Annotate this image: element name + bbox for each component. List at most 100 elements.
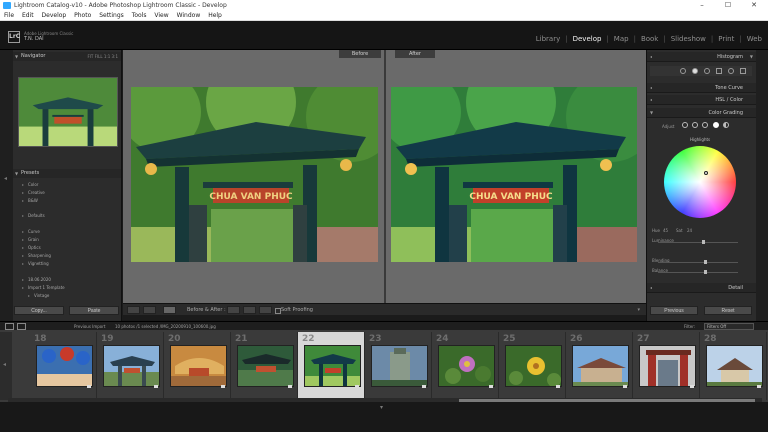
frame-thumbnail[interactable] bbox=[572, 345, 629, 387]
filmstrip-frame[interactable]: 23 bbox=[365, 332, 432, 400]
highlights-icon[interactable] bbox=[712, 122, 719, 128]
copy-before-to-after-button[interactable] bbox=[227, 306, 240, 314]
filmstrip-frame[interactable]: 26 bbox=[566, 332, 633, 400]
module-develop[interactable]: Develop bbox=[573, 35, 602, 43]
bottom-panel-toggle[interactable]: ▾ bbox=[0, 402, 768, 432]
crop-tool-icon[interactable] bbox=[680, 68, 686, 74]
blending-slider[interactable] bbox=[658, 262, 738, 263]
soft-proofing-toggle[interactable]: Soft Proofing bbox=[275, 304, 313, 316]
frame-thumbnail[interactable] bbox=[639, 345, 696, 387]
filmstrip-frame[interactable]: 22 bbox=[298, 332, 365, 400]
menu-develop[interactable]: Develop bbox=[42, 11, 67, 21]
radial-filter-icon[interactable] bbox=[728, 68, 734, 74]
color-wheel-handle[interactable] bbox=[704, 171, 708, 175]
hsl-header[interactable]: ◂ HSL / Color bbox=[647, 95, 757, 105]
preset-group-defaults[interactable]: Defaults bbox=[22, 213, 45, 218]
filmstrip-frame[interactable]: 21 bbox=[231, 332, 298, 400]
module-map[interactable]: Map bbox=[614, 35, 629, 43]
blending-slider-knob[interactable] bbox=[704, 260, 707, 264]
preset-group-color[interactable]: Color bbox=[22, 182, 39, 187]
navigator-header[interactable]: ▼ Navigator FIT FILL 1:1 3:1 bbox=[13, 52, 121, 61]
three-way-icon[interactable] bbox=[681, 122, 688, 128]
second-window-icon[interactable] bbox=[17, 323, 26, 330]
menu-help[interactable]: Help bbox=[208, 11, 222, 21]
red-eye-tool-icon[interactable] bbox=[704, 68, 710, 74]
right-panel-toggle[interactable] bbox=[756, 50, 768, 321]
shadows-icon[interactable] bbox=[692, 122, 699, 128]
preset-group-vignetting[interactable]: Vignetting bbox=[22, 261, 49, 266]
color-wheel[interactable] bbox=[664, 146, 736, 218]
filter-dropdown[interactable]: Filters Off bbox=[704, 323, 754, 330]
midtones-icon[interactable] bbox=[702, 122, 709, 128]
compare-view-button[interactable] bbox=[143, 306, 156, 314]
menu-edit[interactable]: Edit bbox=[22, 11, 34, 21]
module-web[interactable]: Web bbox=[747, 35, 762, 43]
menu-photo[interactable]: Photo bbox=[74, 11, 91, 21]
preset-vintage[interactable]: Vintage bbox=[28, 293, 49, 298]
frame-thumbnail[interactable] bbox=[237, 345, 294, 387]
reset-button[interactable]: Reset bbox=[704, 306, 752, 315]
preset-group-import[interactable]: Import 1 Template bbox=[22, 285, 65, 290]
module-slideshow[interactable]: Slideshow bbox=[671, 35, 706, 43]
frame-thumbnail[interactable] bbox=[304, 345, 361, 387]
filmstrip-frame[interactable]: 24 bbox=[432, 332, 499, 400]
preset-group-creative[interactable]: Creative bbox=[22, 190, 45, 195]
before-after-view-button[interactable] bbox=[163, 306, 176, 314]
histogram-header[interactable]: ◂ Histogram ▼ bbox=[647, 52, 757, 62]
luminance-slider[interactable] bbox=[658, 242, 738, 243]
preset-group-sharpening[interactable]: Sharpening bbox=[22, 253, 51, 258]
healing-tool-icon[interactable] bbox=[692, 68, 698, 74]
balance-slider[interactable] bbox=[658, 272, 738, 273]
frame-thumbnail[interactable] bbox=[36, 345, 93, 387]
color-grading-header[interactable]: ▼ Color Grading bbox=[647, 108, 757, 118]
frame-thumbnail[interactable] bbox=[170, 345, 227, 387]
filmstrip-frame[interactable]: 28 bbox=[700, 332, 767, 400]
menu-tools[interactable]: Tools bbox=[132, 11, 147, 21]
main-window-icon[interactable] bbox=[5, 323, 14, 330]
preset-group-grain[interactable]: Grain bbox=[22, 237, 39, 242]
filmstrip-frame[interactable]: 25 bbox=[499, 332, 566, 400]
preset-group-date[interactable]: 18.06.2020 bbox=[22, 277, 51, 282]
menu-file[interactable]: File bbox=[4, 11, 14, 21]
copy-after-to-before-button[interactable] bbox=[243, 306, 256, 314]
preset-group-curve[interactable]: Curve bbox=[22, 229, 40, 234]
minimize-button[interactable]: – bbox=[690, 0, 714, 11]
menu-settings[interactable]: Settings bbox=[99, 11, 124, 21]
before-photo[interactable]: CHUA VAN PHUC bbox=[131, 87, 378, 262]
filmstrip-frame[interactable]: 18 bbox=[30, 332, 97, 400]
copy-button[interactable]: Copy... bbox=[14, 306, 64, 315]
preset-group-bw[interactable]: B&W bbox=[22, 198, 38, 203]
left-panel-toggle[interactable]: ◂ bbox=[0, 50, 13, 321]
global-icon[interactable] bbox=[722, 122, 729, 128]
frame-thumbnail[interactable] bbox=[706, 345, 763, 387]
frame-thumbnail[interactable] bbox=[103, 345, 160, 387]
module-print[interactable]: Print bbox=[718, 35, 734, 43]
graduated-filter-icon[interactable] bbox=[716, 68, 722, 74]
navigator-zoom-options[interactable]: FIT FILL 1:1 3:1 bbox=[87, 52, 118, 61]
adjustment-brush-icon[interactable] bbox=[740, 68, 746, 74]
detail-header[interactable]: ◂ Detail bbox=[647, 283, 757, 293]
filmstrip-frame[interactable]: 20 bbox=[164, 332, 231, 400]
menu-window[interactable]: Window bbox=[177, 11, 201, 21]
hue-value[interactable]: 45 bbox=[663, 228, 668, 233]
paste-button[interactable]: Paste bbox=[69, 306, 119, 315]
frame-thumbnail[interactable] bbox=[505, 345, 562, 387]
swap-before-after-button[interactable] bbox=[259, 306, 272, 314]
loupe-view-button[interactable] bbox=[127, 306, 140, 314]
filmstrip-scroll-left[interactable]: ◂ bbox=[0, 332, 12, 400]
preset-group-optics[interactable]: Optics bbox=[22, 245, 40, 250]
filmstrip-frame[interactable]: 19 bbox=[97, 332, 164, 400]
presets-header[interactable]: ▼ Presets bbox=[13, 169, 121, 178]
toolbar-menu-icon[interactable]: ▾ bbox=[637, 304, 640, 316]
frame-thumbnail[interactable] bbox=[371, 345, 428, 387]
frame-thumbnail[interactable] bbox=[438, 345, 495, 387]
tone-curve-header[interactable]: ◂ Tone Curve bbox=[647, 83, 757, 93]
menu-view[interactable]: View bbox=[154, 11, 168, 21]
maximize-button[interactable]: ☐ bbox=[716, 0, 740, 11]
close-button[interactable]: ✕ bbox=[742, 0, 766, 11]
balance-slider-knob[interactable] bbox=[704, 270, 707, 274]
after-photo[interactable]: CHUA VAN PHUC bbox=[391, 87, 637, 262]
module-library[interactable]: Library bbox=[536, 35, 560, 43]
luminance-slider-knob[interactable] bbox=[702, 240, 705, 244]
filmstrip-frame[interactable]: 27 bbox=[633, 332, 700, 400]
